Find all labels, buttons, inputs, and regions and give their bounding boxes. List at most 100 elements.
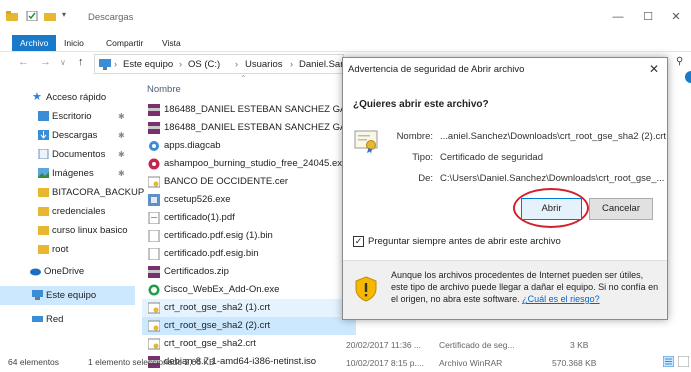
recent-locations-icon[interactable]: ∨ — [60, 58, 66, 67]
list-item[interactable]: certificado.pdf.esig.bin — [142, 245, 342, 263]
archive-icon — [148, 104, 160, 116]
sidebar-item-imagenes[interactable]: Imágenes ✱ — [0, 164, 135, 183]
up-icon[interactable]: ↑ — [78, 56, 84, 68]
address-bar[interactable]: › Este equipo › OS (C:) › Usuarios › Dan… — [94, 54, 344, 74]
document-icon — [38, 149, 49, 159]
list-item[interactable]: certificado(1).pdf — [142, 209, 342, 227]
file-icon — [148, 248, 160, 260]
dialog-body: ¿Quieres abrir este archivo? Nombre: ...… — [343, 82, 667, 260]
sidebar-item-onedrive[interactable]: OneDrive — [0, 262, 135, 281]
name-value: ...aniel.Sanchez\Downloads\crt_root_gse_… — [440, 131, 667, 142]
close-button[interactable]: ✕ — [661, 8, 691, 26]
sidebar-item-label: Documentos — [52, 149, 106, 160]
certificate-icon — [354, 130, 378, 154]
image-icon — [38, 168, 49, 178]
sidebar-item-descargas[interactable]: Descargas ✱ — [0, 126, 135, 145]
list-item[interactable]: Certificados.zip — [142, 263, 342, 281]
archive-icon — [148, 122, 160, 134]
folder-icon — [38, 226, 49, 235]
large-icons-view-icon[interactable] — [678, 356, 689, 367]
item-count: 64 elementos — [8, 357, 60, 367]
pin-icon[interactable]: ✱ — [118, 164, 125, 183]
sidebar-item-curso-linux[interactable]: curso linux basico — [0, 221, 135, 240]
security-warning-dialog: Advertencia de seguridad de Abrir archiv… — [342, 57, 668, 320]
list-item[interactable]: certificado.pdf.esig (1).bin — [142, 227, 342, 245]
forward-icon[interactable]: → — [40, 56, 51, 68]
type-value: Certificado de seguridad — [440, 152, 543, 163]
selection-info: 1 elemento seleccionado 2,06 KB — [88, 357, 215, 367]
pdf-icon — [148, 212, 160, 224]
sidebar-item-este-equipo[interactable]: Este equipo — [0, 286, 135, 305]
sidebar-item-red[interactable]: Red — [0, 310, 135, 329]
status-bar: 64 elementos 1 elemento seleccionado 2,0… — [0, 352, 691, 371]
risk-link[interactable]: ¿Cuál es el riesgo? — [522, 294, 600, 304]
list-item[interactable]: crt_root_gse_sha2.crt 20/02/2017 11:36 .… — [142, 335, 691, 353]
customize-toolbar-icon[interactable]: ▾ — [62, 10, 74, 20]
list-item[interactable]: ccsetup526.exe — [142, 191, 342, 209]
file-name: crt_root_gse_sha2 (1).crt — [164, 302, 271, 313]
sidebar-item-root[interactable]: root — [0, 240, 135, 259]
sidebar-item-acceso-rapido[interactable]: ★ Acceso rápido — [0, 88, 135, 107]
list-item[interactable]: ashampoo_burning_studio_free_24045.exe — [142, 155, 347, 173]
pin-icon[interactable]: ✱ — [118, 145, 125, 164]
dialog-close-button[interactable]: ✕ — [643, 60, 665, 78]
computer-icon — [32, 290, 43, 300]
sidebar-item-label: Imágenes — [52, 168, 94, 179]
file-name: certificado(1).pdf — [164, 212, 235, 223]
sidebar-item-escritorio[interactable]: Escritorio ✱ — [0, 107, 135, 126]
breadcrumb-usuarios[interactable]: Usuarios — [245, 59, 283, 70]
webex-icon — [148, 284, 160, 296]
search-icon[interactable]: ⚲ — [676, 56, 683, 67]
sidebar-item-label: Acceso rápido — [46, 92, 107, 103]
breadcrumb-user[interactable]: Daniel.Sanchez — [299, 59, 343, 70]
tab-compartir[interactable]: Compartir — [98, 35, 151, 51]
back-icon[interactable]: ← — [18, 56, 29, 68]
list-item[interactable]: BANCO DE OCCIDENTE.cer — [142, 173, 342, 191]
tab-archivo[interactable]: Archivo — [12, 35, 57, 51]
breadcrumb-separator: › — [114, 59, 117, 69]
sidebar-item-credenciales[interactable]: credenciales — [0, 202, 135, 221]
new-folder-icon[interactable] — [44, 11, 56, 21]
window-title: Descargas — [88, 12, 134, 23]
shield-warning-icon — [355, 276, 377, 302]
properties-icon[interactable] — [26, 11, 38, 21]
list-item[interactable]: Cisco_WebEx_Add-On.exe — [142, 281, 342, 299]
breadcrumb-os-c[interactable]: OS (C:) — [188, 59, 220, 70]
list-item[interactable]: apps.diagcab — [142, 137, 342, 155]
cancel-button[interactable]: Cancelar — [589, 198, 653, 220]
sidebar-item-label: Este equipo — [46, 290, 97, 301]
list-item[interactable]: crt_root_gse_sha2 (1).crt — [142, 299, 356, 317]
file-name: certificado.pdf.esig.bin — [164, 248, 259, 259]
open-button[interactable]: Abrir — [521, 198, 582, 220]
file-name: crt_root_gse_sha2.crt — [164, 338, 256, 349]
file-name: ashampoo_burning_studio_free_24045.exe — [164, 158, 348, 169]
maximize-button[interactable]: ☐ — [633, 8, 663, 26]
minimize-button[interactable]: — — [603, 8, 633, 26]
details-view-icon[interactable] — [663, 356, 674, 367]
from-label: De: — [418, 173, 433, 184]
tab-vista[interactable]: Vista — [154, 35, 189, 51]
folder-icon — [38, 207, 49, 216]
pin-icon[interactable]: ✱ — [118, 107, 125, 126]
list-item[interactable]: 186488_DANIEL ESTEBAN SANCHEZ GA... — [142, 101, 354, 119]
always-ask-checkbox[interactable]: ✓ — [353, 236, 364, 247]
download-icon — [38, 130, 49, 140]
name-label: Nombre: — [396, 131, 433, 142]
warning-text: Aunque los archivos procedentes de Inter… — [391, 269, 659, 305]
breadcrumb-este-equipo[interactable]: Este equipo — [123, 59, 173, 70]
sidebar-item-bitacora-backup[interactable]: BITACORA_BACKUP — [0, 183, 144, 202]
sort-up-icon: ⌃ — [240, 74, 247, 83]
exe-icon — [148, 194, 160, 206]
dialog-question: ¿Quieres abrir este archivo? — [353, 99, 489, 110]
list-item-selected[interactable]: crt_root_gse_sha2 (2).crt — [142, 317, 356, 335]
sidebar-item-label: Red — [46, 314, 64, 325]
pin-icon[interactable]: ✱ — [118, 126, 125, 145]
column-header-nombre[interactable]: Nombre — [147, 84, 181, 95]
list-item[interactable]: 186488_DANIEL ESTEBAN SANCHEZ GA... — [142, 119, 354, 137]
breadcrumb-separator: › — [235, 59, 238, 69]
sidebar-item-documentos[interactable]: Documentos ✱ — [0, 145, 135, 164]
diagcab-icon — [149, 141, 159, 151]
tab-inicio[interactable]: Inicio — [56, 35, 92, 51]
folder-icon — [6, 11, 18, 21]
breadcrumb-separator: › — [290, 59, 293, 69]
